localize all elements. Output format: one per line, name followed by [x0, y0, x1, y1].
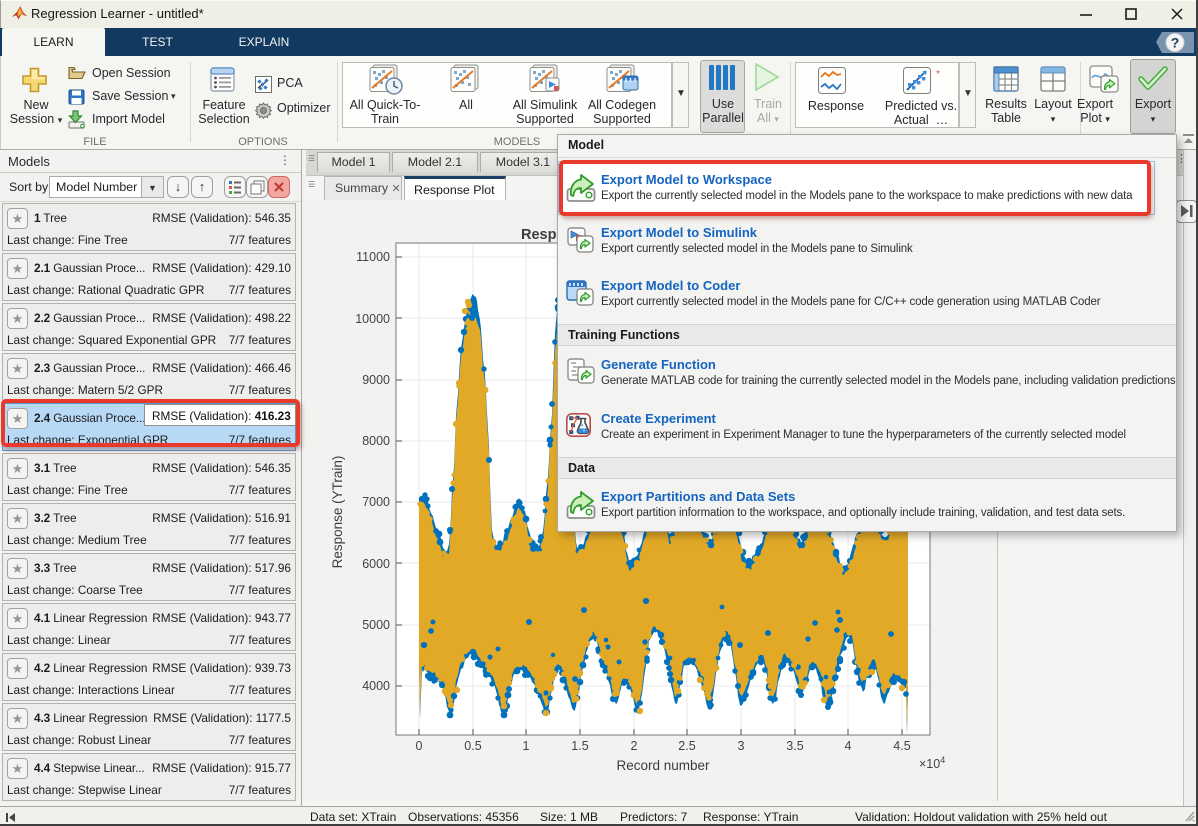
- svg-text:2: 2: [631, 739, 638, 753]
- svg-text:4.5: 4.5: [893, 739, 910, 753]
- svg-text:*: *: [936, 69, 940, 80]
- svg-text:4: 4: [845, 739, 852, 753]
- svg-text:3.5: 3.5: [786, 739, 803, 753]
- svg-text:8000: 8000: [362, 434, 390, 448]
- svg-text:0: 0: [416, 739, 423, 753]
- svg-text:?: ?: [1171, 35, 1180, 51]
- svg-text:3: 3: [738, 739, 745, 753]
- svg-text:6000: 6000: [362, 557, 390, 571]
- svg-text:9000: 9000: [362, 373, 390, 387]
- svg-text:4000: 4000: [362, 679, 390, 693]
- svg-text:10000: 10000: [355, 312, 390, 326]
- svg-text:1: 1: [523, 739, 530, 753]
- svg-text:5000: 5000: [362, 618, 390, 632]
- svg-text:×104: ×104: [919, 755, 945, 771]
- svg-text:Response (YTrain): Response (YTrain): [330, 456, 345, 569]
- svg-text:7000: 7000: [362, 495, 390, 509]
- svg-text:1.5: 1.5: [571, 739, 588, 753]
- svg-text:2.5: 2.5: [678, 739, 695, 753]
- svg-text:11000: 11000: [356, 250, 390, 264]
- svg-text:Record number: Record number: [616, 758, 710, 773]
- svg-text:0.5: 0.5: [464, 739, 481, 753]
